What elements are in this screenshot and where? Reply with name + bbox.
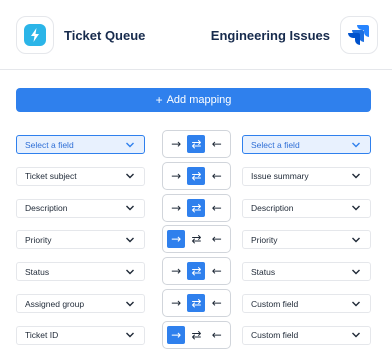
mapping-row: Assigned group Custom field → ⇄ ← — [0, 289, 392, 321]
source-field-value: Status — [25, 266, 50, 277]
target-app-tile — [340, 16, 378, 54]
target-field-select[interactable]: Status — [242, 262, 371, 282]
target-field-select[interactable]: Custom field — [242, 294, 371, 314]
chevron-down-icon — [124, 266, 136, 278]
chevron-down-icon — [124, 170, 136, 182]
add-mapping-label: Add mapping — [166, 94, 232, 106]
arrow-left-icon[interactable]: ← — [208, 230, 226, 248]
chevron-down-icon — [350, 139, 362, 151]
target-field-value: Status — [251, 266, 276, 277]
source-field-select[interactable]: Select a field — [16, 135, 145, 154]
add-mapping-button[interactable]: + Add mapping — [16, 88, 371, 112]
target-field-select[interactable]: Custom field — [242, 325, 371, 345]
arrow-right-icon[interactable]: → — [167, 262, 185, 280]
chevron-down-icon — [350, 234, 362, 246]
arrow-left-icon[interactable]: ← — [208, 326, 226, 344]
target-field-value: Custom field — [251, 298, 299, 309]
target-field-value: Custom field — [251, 330, 299, 341]
target-field-value: Priority — [251, 234, 278, 245]
chevron-down-icon — [350, 298, 362, 310]
arrow-left-icon[interactable]: ← — [208, 294, 226, 312]
target-field-select[interactable]: Issue summary — [242, 166, 371, 186]
chevron-down-icon — [350, 266, 362, 278]
target-field-value: Description — [251, 203, 294, 214]
arrow-left-icon[interactable]: ← — [208, 167, 226, 185]
source-app: Ticket Queue — [16, 16, 145, 54]
source-field-value: Select a field — [25, 139, 74, 150]
arrow-left-icon[interactable]: ← — [208, 262, 226, 280]
source-field-select[interactable]: Status — [16, 262, 145, 282]
sync-direction-toggle: → ⇄ ← — [162, 193, 231, 222]
mapping-row: Status Status → ⇄ ← — [0, 257, 392, 289]
arrows-both-icon[interactable]: ⇄ — [187, 135, 206, 153]
arrows-both-icon[interactable]: ⇄ — [187, 166, 206, 185]
arrow-left-icon[interactable]: ← — [208, 199, 226, 217]
mapping-row: Description Description → ⇄ ← — [0, 193, 392, 226]
chevron-down-icon — [124, 298, 136, 310]
source-field-value: Ticket ID — [25, 330, 59, 341]
target-app: Engineering Issues — [211, 16, 378, 54]
source-field-select[interactable]: Assigned group — [16, 294, 145, 314]
sync-direction-toggle: → ⇄ ← — [162, 161, 231, 190]
target-field-select[interactable]: Priority — [242, 230, 371, 250]
source-field-select[interactable]: Priority — [16, 230, 145, 250]
target-field-value: Issue summary — [251, 171, 309, 182]
sync-direction-toggle: → ⇄ ← — [162, 130, 231, 158]
arrows-both-icon[interactable]: ⇄ — [187, 230, 205, 248]
arrows-both-icon[interactable]: ⇄ — [187, 262, 206, 281]
arrow-left-icon[interactable]: ← — [208, 135, 226, 153]
mapping-list: Select a field Select a field → ⇄ ← Ticket su… — [0, 130, 392, 353]
chevron-down-icon — [124, 329, 136, 341]
sync-direction-toggle: → ⇄ ← — [162, 257, 231, 286]
sync-direction-toggle: → ⇄ ← — [162, 289, 231, 318]
arrow-right-icon[interactable]: → — [167, 199, 185, 217]
lightning-icon — [24, 24, 46, 46]
source-field-value: Priority — [25, 234, 52, 245]
source-app-title: Ticket Queue — [64, 27, 146, 43]
arrow-right-icon[interactable]: → — [167, 325, 186, 344]
sync-direction-toggle: → ⇄ ← — [162, 225, 231, 254]
mapping-row: Priority Priority → ⇄ ← — [0, 225, 392, 257]
plus-icon: + — [155, 93, 163, 107]
chevron-down-icon — [350, 329, 362, 341]
sync-direction-toggle: → ⇄ ← — [162, 320, 231, 349]
arrows-both-icon[interactable]: ⇄ — [187, 198, 206, 217]
arrow-right-icon[interactable]: → — [167, 167, 185, 185]
chevron-down-icon — [124, 202, 136, 214]
source-field-value: Ticket subject — [25, 171, 77, 182]
source-field-value: Description — [25, 203, 68, 214]
arrow-right-icon[interactable]: → — [167, 294, 185, 312]
target-field-select[interactable]: Select a field — [242, 135, 371, 154]
arrows-both-icon[interactable]: ⇄ — [187, 294, 206, 313]
arrow-right-icon[interactable]: → — [167, 230, 186, 249]
chevron-down-icon — [124, 139, 136, 151]
source-field-select[interactable]: Description — [16, 198, 145, 218]
jira-icon — [348, 25, 369, 45]
chevron-down-icon — [350, 202, 362, 214]
source-field-select[interactable]: Ticket ID — [16, 325, 145, 345]
header: Ticket Queue Engineering Issues — [0, 0, 392, 70]
arrow-right-icon[interactable]: → — [167, 135, 185, 153]
source-field-value: Assigned group — [25, 298, 85, 309]
source-field-select[interactable]: Ticket subject — [16, 166, 145, 186]
mapping-row: Select a field Select a field → ⇄ ← — [0, 130, 392, 162]
arrows-both-icon[interactable]: ⇄ — [187, 326, 205, 344]
chevron-down-icon — [350, 170, 362, 182]
target-app-title: Engineering Issues — [210, 27, 330, 43]
mapping-row: Ticket ID Custom field → ⇄ ← — [0, 320, 392, 353]
mapping-row: Ticket subject Issue summary → ⇄ ← — [0, 161, 392, 194]
source-app-tile — [16, 16, 54, 54]
chevron-down-icon — [124, 234, 136, 246]
target-field-select[interactable]: Description — [242, 198, 371, 218]
target-field-value: Select a field — [251, 139, 300, 150]
